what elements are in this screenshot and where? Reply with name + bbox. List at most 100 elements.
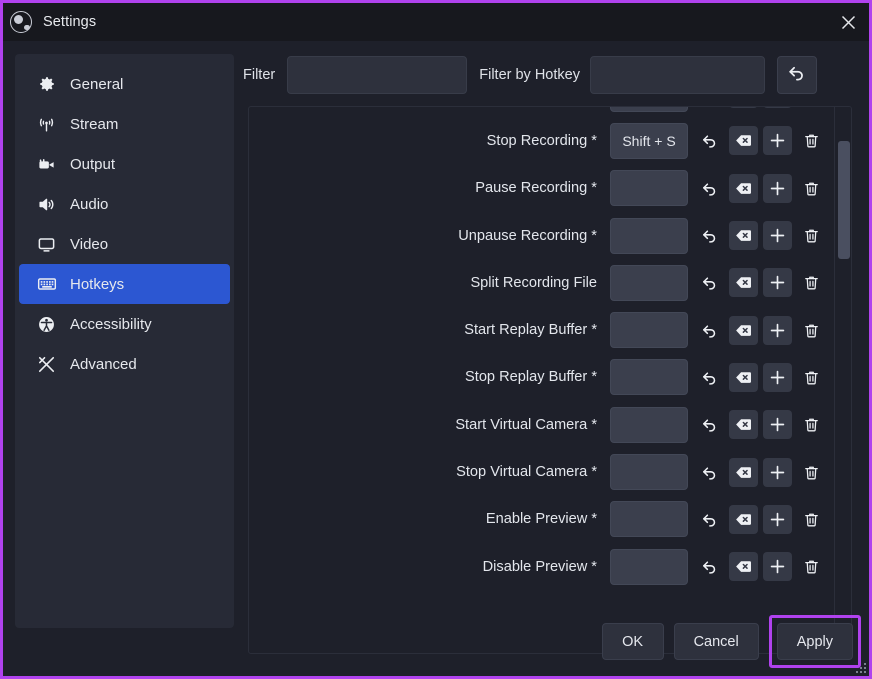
cancel-button[interactable]: Cancel: [673, 623, 759, 660]
trash-icon: [803, 558, 820, 575]
plus-icon: [768, 226, 787, 245]
trash-button[interactable]: [797, 505, 826, 534]
plus-button[interactable]: [763, 173, 792, 203]
clear-backspace-button[interactable]: [729, 457, 758, 487]
title-bar: Settings: [3, 3, 869, 41]
hotkeys-scrollbar-thumb[interactable]: [838, 141, 850, 259]
hotkey-row-actions: [695, 504, 831, 534]
revert-arrow-button[interactable]: [695, 107, 724, 108]
hotkey-binding-input[interactable]: [610, 312, 688, 349]
revert-arrow-button[interactable]: [695, 410, 724, 439]
hotkey-label: Pause Recording *: [475, 180, 597, 197]
sidebar-item-advanced[interactable]: Advanced: [19, 344, 230, 384]
sidebar-item-hotkeys[interactable]: Hotkeys: [19, 264, 230, 304]
hotkey-binding-input[interactable]: Shift + S: [610, 122, 688, 159]
trash-button[interactable]: [797, 458, 826, 487]
plus-button[interactable]: [763, 221, 792, 251]
clear-backspace-button[interactable]: [729, 410, 758, 440]
hotkey-row-actions: [695, 126, 831, 156]
plus-button[interactable]: [763, 457, 792, 487]
plus-icon: [768, 415, 787, 434]
clear-backspace-button[interactable]: [729, 268, 758, 298]
hotkey-binding-input[interactable]: [610, 548, 688, 585]
plus-button[interactable]: [763, 552, 792, 582]
ok-button[interactable]: OK: [601, 623, 664, 660]
hotkey-row-actions: [695, 362, 831, 392]
trash-icon: [803, 464, 820, 481]
sidebar-item-output[interactable]: Output: [19, 144, 230, 184]
sidebar-item-stream[interactable]: Stream: [19, 104, 230, 144]
hotkey-binding-input[interactable]: Shift + R: [610, 107, 688, 112]
clear-backspace-button[interactable]: [729, 315, 758, 345]
revert-arrow-button[interactable]: [695, 316, 724, 345]
trash-button[interactable]: [797, 410, 826, 439]
clear-backspace-icon: [735, 464, 752, 481]
resize-grip[interactable]: [853, 660, 866, 673]
revert-arrow-button[interactable]: [695, 505, 724, 534]
hotkey-binding-input[interactable]: [610, 501, 688, 538]
hotkey-label: Disable Preview *: [482, 558, 597, 575]
sidebar-item-video[interactable]: Video: [19, 224, 230, 264]
clear-backspace-button[interactable]: [729, 221, 758, 251]
hotkeys-scrollbar[interactable]: [834, 107, 851, 653]
revert-arrow-button[interactable]: [695, 268, 724, 297]
plus-button[interactable]: [763, 126, 792, 156]
trash-button[interactable]: [797, 221, 826, 250]
sidebar-item-general[interactable]: General: [19, 64, 230, 104]
plus-button[interactable]: [763, 504, 792, 534]
trash-button[interactable]: [797, 363, 826, 392]
trash-button[interactable]: [797, 107, 826, 108]
revert-arrow-button[interactable]: [695, 458, 724, 487]
revert-arrow-button[interactable]: [695, 552, 724, 581]
hotkey-row: Stop Replay Buffer *: [249, 354, 835, 401]
clear-backspace-icon: [735, 322, 752, 339]
hotkey-label: Stop Replay Buffer *: [465, 369, 597, 386]
apply-button[interactable]: Apply: [776, 623, 853, 660]
plus-button[interactable]: [763, 268, 792, 298]
trash-button[interactable]: [797, 552, 826, 581]
clear-backspace-button[interactable]: [729, 362, 758, 392]
clear-backspace-button[interactable]: [729, 173, 758, 203]
clear-backspace-button[interactable]: [729, 126, 758, 156]
filter-by-hotkey-input[interactable]: [589, 56, 765, 94]
sidebar-item-label: Video: [70, 235, 109, 253]
plus-button[interactable]: [763, 362, 792, 392]
hotkey-row-actions: [695, 107, 831, 109]
hotkey-binding-input[interactable]: [610, 264, 688, 301]
hotkey-row: Start Recording *Shift + R: [249, 107, 835, 117]
sidebar-item-accessibility[interactable]: Accessibility: [19, 304, 230, 344]
hotkey-label: Enable Preview *: [485, 511, 597, 528]
trash-button[interactable]: [797, 126, 826, 155]
hotkey-binding-input[interactable]: [610, 359, 688, 396]
settings-sidebar: General Stream Output Audio Video Hotkey…: [15, 54, 234, 628]
plus-button[interactable]: [763, 107, 792, 109]
settings-window: Settings General Stream Output Audio Vid…: [0, 0, 872, 679]
hotkeys-panel: Filter Filter by Hotkey Start Recording …: [243, 41, 869, 676]
revert-arrow-icon: [701, 274, 718, 291]
hotkey-binding-input[interactable]: [610, 406, 688, 443]
clear-backspace-button[interactable]: [729, 504, 758, 534]
hotkey-binding-input[interactable]: [610, 217, 688, 254]
plus-button[interactable]: [763, 315, 792, 345]
clear-backspace-button[interactable]: [729, 552, 758, 582]
plus-button[interactable]: [763, 410, 792, 440]
revert-arrow-button[interactable]: [695, 126, 724, 155]
trash-button[interactable]: [797, 316, 826, 345]
sidebar-item-audio[interactable]: Audio: [19, 184, 230, 224]
close-icon[interactable]: [831, 7, 865, 37]
plus-icon: [768, 368, 787, 387]
revert-arrow-button[interactable]: [695, 221, 724, 250]
clear-backspace-button[interactable]: [729, 107, 758, 109]
clear-backspace-icon: [735, 227, 752, 244]
filter-input[interactable]: [287, 56, 468, 94]
revert-all-button[interactable]: [776, 56, 817, 94]
hotkey-binding-input[interactable]: [610, 170, 688, 207]
hotkey-binding-input[interactable]: [610, 454, 688, 491]
trash-icon: [803, 369, 820, 386]
trash-button[interactable]: [797, 268, 826, 297]
revert-arrow-icon: [701, 369, 718, 386]
hotkey-label: Split Recording File: [470, 274, 597, 291]
trash-button[interactable]: [797, 174, 826, 203]
revert-arrow-button[interactable]: [695, 363, 724, 392]
revert-arrow-button[interactable]: [695, 174, 724, 203]
